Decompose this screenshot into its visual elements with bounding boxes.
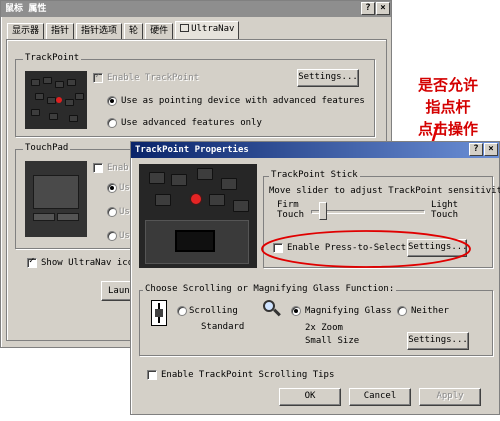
touchpad-radio-1[interactable] xyxy=(107,183,117,193)
enable-trackpoint-checkbox[interactable]: ✓ xyxy=(93,71,103,83)
trackpoint-settings-button[interactable]: Settings... xyxy=(297,69,359,87)
neither-label: Neither xyxy=(411,306,449,316)
magnifying-glass-radio[interactable] xyxy=(291,306,301,316)
light-touch-label: Light Touch xyxy=(431,200,459,220)
scrolling-sub-label: Standard xyxy=(201,322,245,332)
trackpoint-closeup-image xyxy=(139,164,257,268)
touchpad-group-label: TouchPad xyxy=(23,143,71,153)
highlight-ellipse xyxy=(261,230,471,268)
use-pointing-label: Use as pointing device with advanced fea… xyxy=(121,96,365,106)
touchpad-radio-3-label: Us xyxy=(119,231,130,241)
use-advanced-radio[interactable] xyxy=(107,118,117,128)
touchpad-radio-2-label: Us xyxy=(119,207,130,217)
neither-radio[interactable] xyxy=(397,306,407,316)
tab-pointer[interactable]: 指针 xyxy=(46,23,75,39)
scrolling-label: Scrolling xyxy=(189,306,238,316)
touchpad-image xyxy=(25,161,87,237)
enable-touchpad-checkbox[interactable] xyxy=(93,163,103,173)
ultranav-tab-icon xyxy=(180,24,190,32)
sensitivity-slider[interactable] xyxy=(311,202,425,222)
show-ultranav-checkbox[interactable]: ✓ xyxy=(27,256,37,268)
slider-instruction: Move slider to adjust TrackPoint sensiti… xyxy=(269,186,500,196)
touchpad-radio-3[interactable] xyxy=(107,231,117,241)
trackpoint-properties-title: TrackPoint Properties xyxy=(135,145,249,155)
dialog-help-button[interactable]: ? xyxy=(469,143,483,156)
tab-strip: 显示器 指针 指针选项 轮 硬件 UltraNav xyxy=(7,21,240,39)
magnifying-glass-sub-label: 2x Zoom Small Size xyxy=(305,323,360,346)
tab-ultranav[interactable]: UltraNav xyxy=(175,21,240,39)
mouse-properties-title: 鼠标 属性 xyxy=(5,4,47,14)
show-ultranav-label: Show UltraNav icon xyxy=(41,258,139,268)
trackpoint-red-nub xyxy=(191,194,201,204)
tab-hardware[interactable]: 硬件 xyxy=(145,23,174,39)
touchpad-radio-1-label: Us xyxy=(119,183,130,193)
tab-pointer-options[interactable]: 指针选项 xyxy=(76,23,123,39)
scrolling-group-label: Choose Scrolling or Magnifying Glass Fun… xyxy=(143,284,397,294)
scrolling-tips-checkbox[interactable] xyxy=(147,370,157,380)
trackpoint-nub xyxy=(56,97,62,103)
cancel-button[interactable]: Cancel xyxy=(349,388,411,406)
use-pointing-radio[interactable] xyxy=(107,96,117,106)
trackpoint-properties-titlebar: TrackPoint Properties xyxy=(131,142,499,158)
slider-track xyxy=(311,210,425,214)
scrolling-tips-label: Enable TrackPoint Scrolling Tips xyxy=(161,370,335,380)
use-advanced-label: Use advanced features only xyxy=(121,118,262,128)
trackpoint-group-label: TrackPoint xyxy=(23,53,82,63)
help-button[interactable]: ? xyxy=(361,2,375,15)
apply-button[interactable]: Apply xyxy=(419,388,481,406)
trackpoint-properties-dialog: TrackPoint Properties ? × TrackPoint Sti… xyxy=(130,141,500,415)
dialog-close-button[interactable]: × xyxy=(484,143,498,156)
magnifying-glass-label: Magnifying Glass xyxy=(305,306,392,316)
close-button[interactable]: × xyxy=(376,2,390,15)
touchpad-radio-2[interactable] xyxy=(107,207,117,217)
scrolling-radio[interactable] xyxy=(177,306,187,316)
tab-wheel[interactable]: 轮 xyxy=(124,23,144,39)
enable-touchpad-label: Enab xyxy=(107,163,129,173)
mouse-properties-titlebar: 鼠标 属性 xyxy=(1,1,391,17)
tab-ultranav-label: UltraNav xyxy=(191,24,235,34)
enable-trackpoint-label: Enable TrackPoint xyxy=(107,73,200,83)
firm-touch-label: Firm Touch xyxy=(277,200,305,220)
tab-display[interactable]: 显示器 xyxy=(7,23,45,39)
magnifying-settings-button[interactable]: Settings... xyxy=(407,332,469,350)
trackpoint-stick-label: TrackPoint Stick xyxy=(269,170,360,180)
slider-thumb[interactable] xyxy=(319,202,327,220)
scroll-icon xyxy=(151,300,167,326)
magnifying-glass-icon xyxy=(263,300,281,318)
trackpoint-keyboard-image xyxy=(25,71,87,129)
ok-button[interactable]: OK xyxy=(279,388,341,406)
